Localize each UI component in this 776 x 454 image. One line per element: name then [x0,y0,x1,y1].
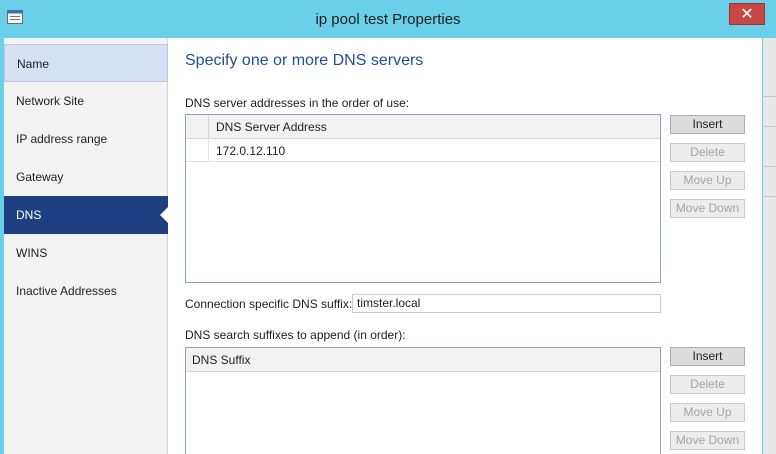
row-divider [208,140,209,162]
dns-suffix-list[interactable]: DNS Suffix [185,347,661,454]
page-title: Specify one or more DNS servers [185,52,424,69]
column-divider [208,115,209,139]
column-header-dns-suffix[interactable]: DNS Suffix [192,348,250,372]
delete-dns-suffix-button[interactable]: Delete [670,375,745,394]
sidebar-item-name[interactable]: Name [4,44,168,82]
sidebar-item-dns[interactable]: DNS [4,196,168,234]
sidebar-item-ip-address-range[interactable]: IP address range [4,120,168,158]
background-divider [762,96,776,97]
background-divider [762,126,776,127]
sidebar-item-label: WINS [16,246,48,260]
insert-dns-server-button[interactable]: Insert [670,115,745,134]
sidebar-item-label: Inactive Addresses [16,284,117,298]
search-suffixes-label: DNS search suffixes to append (in order)… [185,328,406,342]
sidebar-item-label: Network Site [16,94,85,108]
sidebar-item-inactive-addresses[interactable]: Inactive Addresses [4,272,168,310]
sidebar-item-label: Gateway [16,170,64,184]
connection-suffix-label: Connection specific DNS suffix: [185,297,353,311]
table-row[interactable]: 172.0.12.110 [186,140,660,162]
dns-suffix-header: DNS Suffix [186,348,660,372]
move-up-dns-suffix-button[interactable]: Move Up [670,403,745,422]
sidebar-item-network-site[interactable]: Network Site [4,82,168,120]
sidebar-item-label: IP address range [16,132,108,146]
delete-dns-server-button[interactable]: Delete [670,143,745,162]
selection-pointer-icon [160,206,169,224]
column-header-dns-server-address[interactable]: DNS Server Address [216,115,327,139]
dns-servers-header: DNS Server Address [186,115,660,139]
close-button[interactable]: ✕ [729,3,765,25]
background-divider [762,196,776,197]
window-title: ip pool test Properties [315,11,461,28]
close-icon: ✕ [740,6,754,23]
sidebar-item-label: DNS [16,208,42,222]
sidebar-item-label: Name [17,57,50,71]
move-down-dns-server-button[interactable]: Move Down [670,199,745,218]
move-down-dns-suffix-button[interactable]: Move Down [670,431,745,450]
dns-servers-label: DNS server addresses in the order of use… [185,96,410,110]
dns-server-address-cell: 172.0.12.110 [216,144,286,158]
sidebar-item-gateway[interactable]: Gateway [4,158,168,196]
dns-servers-list[interactable]: DNS Server Address 172.0.12.110 [185,114,661,283]
insert-dns-suffix-button[interactable]: Insert [670,347,745,366]
sidebar-item-wins[interactable]: WINS [4,234,168,272]
move-up-dns-server-button[interactable]: Move Up [670,171,745,190]
background-window [762,38,776,454]
background-divider [762,166,776,167]
connection-suffix-input[interactable]: timster.local [352,294,661,313]
